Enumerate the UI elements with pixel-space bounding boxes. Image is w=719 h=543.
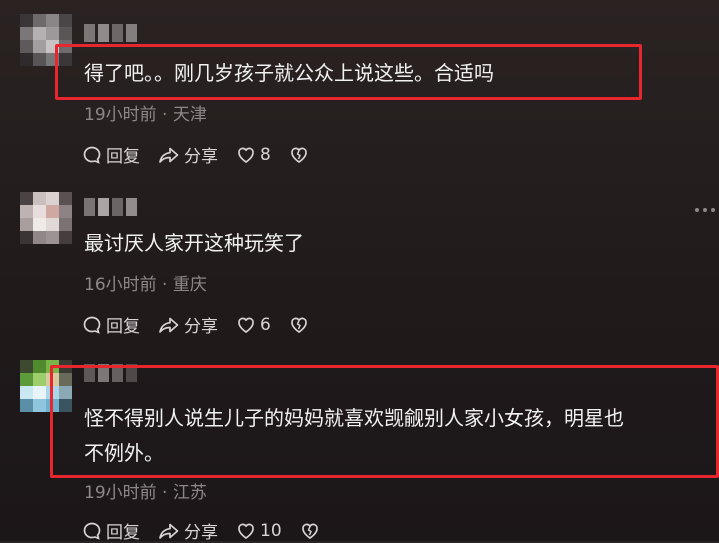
reply-bubble-icon	[83, 146, 101, 164]
reply-bubble-icon	[83, 522, 101, 540]
reply-button[interactable]: 回复	[82, 518, 140, 543]
reply-button[interactable]: 回复	[82, 312, 140, 337]
comment-text: 得了吧。。刚几岁孩子就公众上说这些。合适吗	[84, 61, 494, 85]
share-arrow-icon	[159, 147, 179, 163]
broken-heart-icon	[290, 317, 307, 333]
like-count: 6	[260, 314, 271, 335]
heart-icon	[238, 147, 254, 163]
like-count: 10	[260, 520, 282, 541]
username-blurred[interactable]	[84, 198, 137, 216]
share-button[interactable]: 分享	[158, 142, 218, 167]
comment-text-line-1: 怪不得别人说生儿子的妈妈就喜欢觊觎别人家小女孩，明星也	[84, 406, 624, 430]
like-button[interactable]: 10	[236, 521, 282, 541]
comment-text-line-2: 不例外。	[84, 441, 164, 465]
share-label: 分享	[184, 147, 218, 167]
share-arrow-icon	[159, 317, 179, 333]
reply-label: 回复	[106, 317, 140, 337]
broken-heart-icon	[290, 147, 307, 163]
comment-2: 最讨厌人家开这种玩笑了 16小时前 · 重庆 回复 分享 6	[0, 180, 719, 350]
share-label: 分享	[184, 317, 218, 337]
share-button[interactable]: 分享	[158, 518, 218, 543]
reply-button[interactable]: 回复	[82, 142, 140, 167]
username-blurred[interactable]	[84, 24, 137, 42]
comment-time: 19小时前	[84, 483, 157, 503]
meta-separator: ·	[162, 105, 173, 125]
action-bar: 回复 分享 10	[82, 518, 338, 543]
share-arrow-icon	[159, 523, 179, 539]
meta-separator: ·	[162, 483, 173, 503]
meta-separator: ·	[162, 275, 173, 295]
comment-location: 江苏	[172, 483, 207, 503]
comment-time: 19小时前	[84, 105, 157, 125]
dislike-button[interactable]	[289, 145, 309, 165]
comment-meta: 19小时前 · 江苏	[84, 478, 207, 503]
reply-label: 回复	[106, 523, 140, 543]
comment-meta: 16小时前 · 重庆	[84, 270, 207, 295]
like-button[interactable]: 6	[236, 315, 271, 335]
broken-heart-icon	[301, 523, 318, 539]
comment-location: 重庆	[172, 275, 207, 295]
comment-3: 怪不得别人说生儿子的妈妈就喜欢觊觎别人家小女孩，明星也 不例外。 19小时前 ·…	[0, 350, 719, 543]
dislike-button[interactable]	[289, 315, 309, 335]
avatar[interactable]	[20, 192, 72, 244]
like-button[interactable]: 8	[236, 145, 271, 165]
comment-text: 最讨厌人家开这种玩笑了	[84, 231, 304, 255]
like-count: 8	[260, 144, 271, 165]
comment-1: 得了吧。。刚几岁孩子就公众上说这些。合适吗 19小时前 · 天津 回复 分享 8	[0, 0, 719, 180]
dislike-button[interactable]	[300, 521, 320, 541]
share-button[interactable]: 分享	[158, 312, 218, 337]
comment-location: 天津	[172, 105, 207, 125]
heart-icon	[238, 523, 254, 539]
comment-time: 16小时前	[84, 275, 157, 295]
reply-label: 回复	[106, 147, 140, 167]
heart-icon	[238, 317, 254, 333]
reply-bubble-icon	[83, 316, 101, 334]
comment-meta: 19小时前 · 天津	[84, 100, 207, 125]
action-bar: 回复 分享 6	[82, 312, 327, 337]
action-bar: 回复 分享 8	[82, 142, 327, 167]
share-label: 分享	[184, 523, 218, 543]
